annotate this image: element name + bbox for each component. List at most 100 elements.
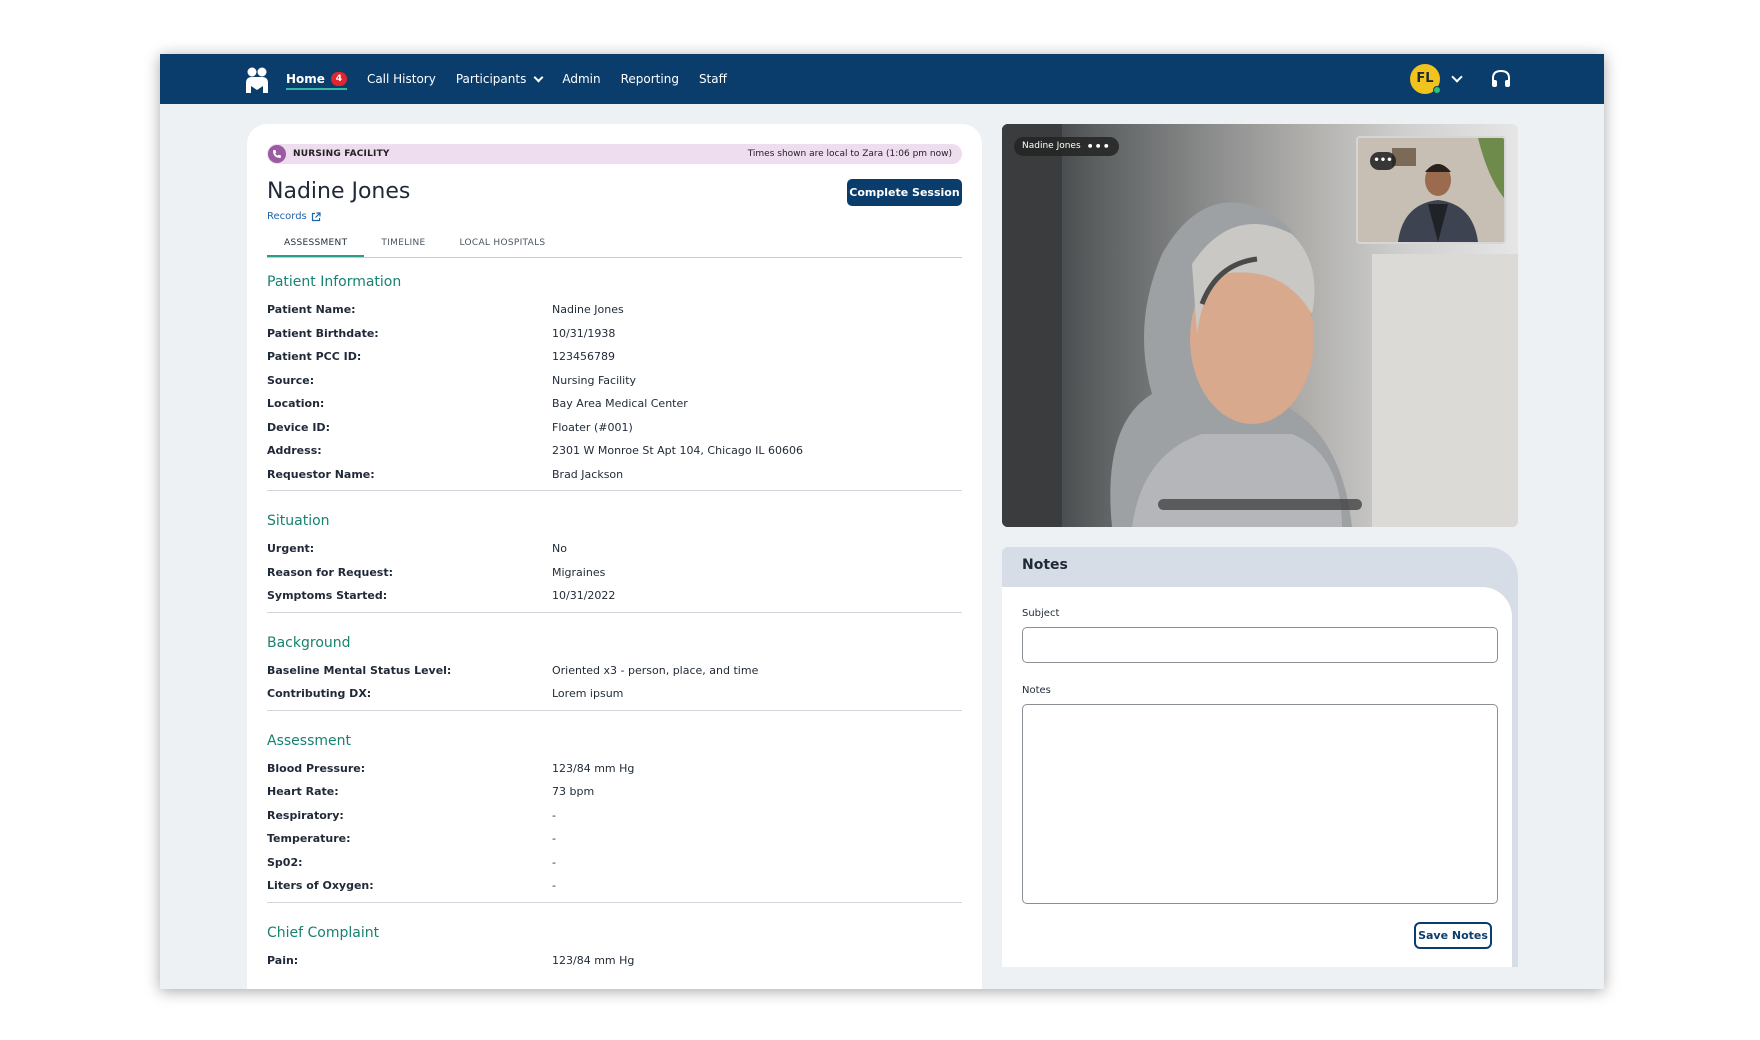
- patient-card: NURSING FACILITY Times shown are local t…: [247, 124, 982, 989]
- field-label: Patient Birthdate:: [267, 326, 379, 340]
- notes-panel: Notes Subject Notes Save Notes: [1002, 547, 1518, 967]
- info-row: Patient Name: Nadine Jones: [267, 298, 962, 322]
- more-options-icon[interactable]: •••: [1370, 152, 1396, 170]
- field-label: Baseline Mental Status Level:: [267, 663, 452, 677]
- notes-heading: Notes: [1022, 557, 1068, 573]
- info-row: Baseline Mental Status Level: Oriented x3…: [267, 659, 962, 683]
- participant-name: Nadine Jones: [1022, 141, 1081, 151]
- phone-icon: [268, 145, 286, 163]
- app-window: Home 4 Call History Participants Admin R…: [160, 54, 1604, 989]
- records-link[interactable]: Records: [267, 211, 321, 222]
- field-label: Requestor Name:: [267, 467, 375, 481]
- field-label: Pain:: [267, 953, 299, 967]
- nav-links: Home 4 Call History Participants Admin R…: [286, 54, 747, 104]
- info-row: Patient Birthdate: 10/31/1938: [267, 322, 962, 346]
- online-status-dot: [1433, 86, 1441, 94]
- records-link-label: Records: [267, 211, 307, 222]
- nav-item-home[interactable]: Home 4: [286, 54, 347, 104]
- source-banner: NURSING FACILITY Times shown are local t…: [267, 144, 962, 164]
- section-title: Situation: [267, 513, 330, 529]
- field-label: Device ID:: [267, 420, 330, 434]
- complete-session-button[interactable]: Complete Session: [847, 179, 962, 206]
- nav-item-participants[interactable]: Participants: [455, 54, 544, 104]
- source-label: NURSING FACILITY: [293, 149, 390, 159]
- field-value: Brad Jackson: [552, 467, 624, 481]
- notes-textarea[interactable]: [1022, 704, 1498, 904]
- tab-local-hospitals[interactable]: LOCAL HOSPITALS: [442, 230, 562, 257]
- nav-item-label: Staff: [698, 72, 727, 86]
- external-link-icon: [311, 211, 321, 221]
- field-value: 123/84 mm Hg: [552, 953, 635, 967]
- video-progress-bar[interactable]: [1158, 499, 1362, 510]
- field-value: Nursing Facility: [552, 373, 637, 387]
- field-value: -: [552, 808, 556, 822]
- field-value: 10/31/2022: [552, 589, 616, 603]
- info-row: Contributing DX: Lorem ipsum: [267, 682, 962, 706]
- info-row: Reason for Request: Migraines: [267, 561, 962, 585]
- top-nav: Home 4 Call History Participants Admin R…: [160, 54, 1604, 104]
- info-row: Requestor Name: Brad Jackson: [267, 463, 962, 487]
- nav-item-label: Home: [286, 72, 325, 86]
- field-label: Reason for Request:: [267, 565, 394, 579]
- nav-item-label: Reporting: [620, 72, 679, 86]
- field-label: Address:: [267, 444, 322, 458]
- info-row: Sp02: -: [267, 851, 962, 875]
- field-value: 73 bpm: [552, 785, 595, 799]
- subject-label: Subject: [1022, 608, 1060, 619]
- info-row: Address: 2301 W Monroe St Apt 104, Chicag…: [267, 439, 962, 463]
- info-row: Symptoms Started: 10/31/2022: [267, 584, 962, 608]
- field-value: No: [552, 542, 567, 556]
- nav-item-reporting[interactable]: Reporting: [621, 54, 679, 104]
- video-call-panel[interactable]: Nadine Jones ••• •••: [1002, 124, 1518, 527]
- participant-name-pill[interactable]: Nadine Jones •••: [1014, 137, 1119, 156]
- field-value: -: [552, 855, 556, 869]
- info-row: Patient PCC ID: 123456789: [267, 345, 962, 369]
- section-title: Assessment: [267, 732, 351, 749]
- info-row: Heart Rate: 73 bpm: [267, 780, 962, 804]
- tab-bar: ASSESSMENT TIMELINE LOCAL HOSPITALS: [267, 230, 962, 258]
- field-value: -: [552, 879, 556, 893]
- participant-video-figure: [1110, 202, 1352, 527]
- nav-item-label: Participants: [455, 72, 527, 86]
- field-label: Sp02:: [267, 855, 303, 869]
- field-label: Patient PCC ID:: [267, 350, 362, 364]
- field-label: Patient Name:: [267, 303, 356, 317]
- user-avatar[interactable]: FL: [1410, 64, 1441, 94]
- nav-item-staff[interactable]: Staff: [699, 54, 727, 104]
- nav-item-admin[interactable]: Admin: [562, 54, 600, 104]
- field-label: Symptoms Started:: [267, 589, 388, 603]
- field-label: Liters of Oxygen:: [267, 879, 374, 893]
- field-value: Oriented x3 - person, place, and time: [552, 663, 759, 677]
- chevron-down-icon: [533, 72, 544, 82]
- save-notes-button[interactable]: Save Notes: [1414, 922, 1492, 949]
- more-options-icon[interactable]: •••: [1087, 137, 1111, 156]
- info-section: Situation Urgent: No Reason for Request: Mig…: [267, 501, 962, 613]
- field-value: 10/31/1938: [552, 326, 616, 340]
- field-value: Floater (#001): [552, 420, 633, 434]
- field-value: 123/84 mm Hg: [552, 761, 635, 775]
- subject-input[interactable]: [1022, 627, 1498, 663]
- field-value: Lorem ipsum: [552, 687, 624, 701]
- headset-icon[interactable]: [1490, 68, 1512, 90]
- info-row: Urgent: No: [267, 537, 962, 561]
- info-row: Temperature: -: [267, 827, 962, 851]
- info-section: Assessment Blood Pressure: 123/84 mm Hg Hea…: [267, 721, 962, 903]
- nav-item-call-history[interactable]: Call History: [367, 54, 436, 104]
- field-value: Nadine Jones: [552, 303, 624, 317]
- patient-name-heading: Nadine Jones: [267, 179, 411, 204]
- tab-assessment[interactable]: ASSESSMENT: [267, 230, 365, 257]
- field-label: Contributing DX:: [267, 687, 372, 701]
- self-view-pip[interactable]: •••: [1356, 136, 1506, 244]
- chevron-down-icon[interactable]: [1451, 71, 1463, 83]
- field-value: 2301 W Monroe St Apt 104, Chicago IL 606…: [552, 444, 803, 458]
- field-label: Blood Pressure:: [267, 761, 366, 775]
- section-title: Background: [267, 634, 351, 651]
- info-row: Liters of Oxygen: -: [267, 874, 962, 898]
- nav-item-label: Call History: [366, 72, 436, 86]
- tab-timeline[interactable]: TIMELINE: [364, 230, 442, 257]
- info-row: Respiratory: -: [267, 804, 962, 828]
- field-value: Migraines: [552, 565, 606, 579]
- field-label: Respiratory:: [267, 808, 344, 822]
- app-logo-icon[interactable]: [244, 66, 270, 94]
- field-label: Urgent:: [267, 542, 315, 556]
